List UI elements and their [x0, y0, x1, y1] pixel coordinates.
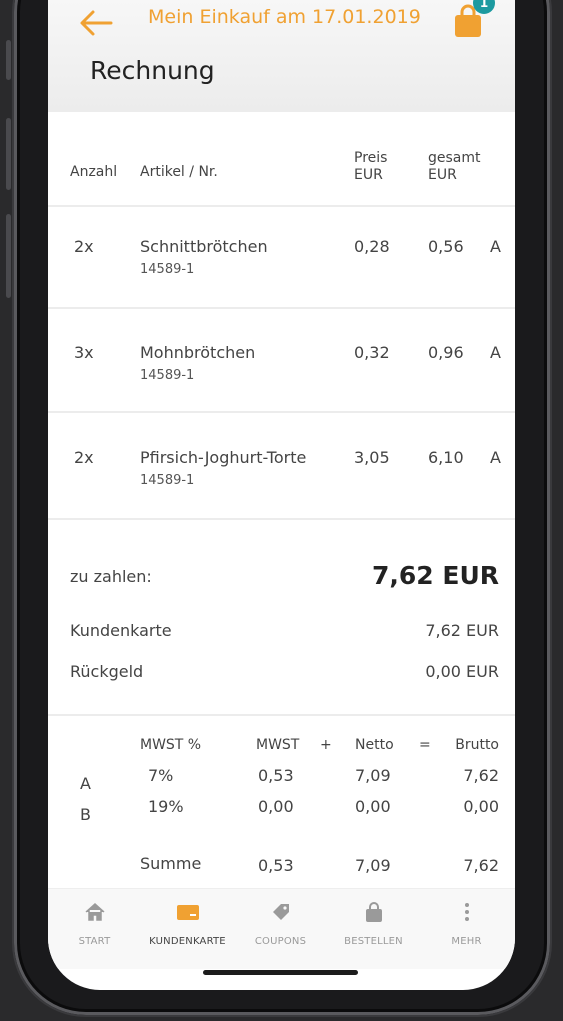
tax-b-amount: 0,00: [258, 797, 294, 816]
row2-qty: 3x: [74, 343, 94, 362]
row1-nr: 14589-1: [140, 262, 195, 277]
nav-label-bestellen: BESTELLEN: [344, 936, 403, 947]
col-header-total-line1: gesamt: [428, 150, 481, 166]
nav-item-mehr[interactable]: MEHR: [420, 889, 513, 969]
app-screen: Mein Einkauf am 17.01.2019 1 Rechnung An…: [48, 0, 515, 990]
row2-total: 0,96: [428, 343, 464, 362]
tax-sum-net: 7,09: [355, 856, 391, 875]
volume-down-button: [6, 214, 11, 298]
change-label: Rückgeld: [70, 662, 144, 681]
col-header-qty: Anzahl: [70, 164, 118, 180]
silent-switch: [6, 40, 11, 80]
card-label: Kundenkarte: [70, 621, 172, 640]
volume-up-button: [6, 118, 11, 190]
back-arrow-icon[interactable]: [78, 8, 114, 38]
header-title: Mein Einkauf am 17.01.2019: [148, 6, 421, 28]
row2-nr: 14589-1: [140, 368, 195, 383]
tax-a-rate: 7%: [148, 766, 174, 785]
tax-b-gross: 0,00: [463, 797, 499, 816]
change-value: 0,00 EUR: [425, 662, 499, 681]
nav-item-kundenkarte[interactable]: KUNDENKARTE: [141, 889, 234, 969]
row2-tax: A: [490, 343, 501, 362]
row3-total: 6,10: [428, 448, 464, 467]
divider: [48, 205, 515, 207]
card-icon: [176, 905, 199, 920]
divider: [48, 307, 515, 309]
row1-qty: 2x: [74, 237, 94, 256]
home-icon: [85, 902, 104, 921]
to-pay-label: zu zahlen:: [70, 567, 152, 586]
page-title: Rechnung: [90, 56, 215, 85]
tax-sum-gross: 7,62: [463, 856, 499, 875]
divider: [48, 518, 515, 520]
tax-header-rate: MWST %: [140, 737, 202, 753]
row1-name: Schnittbrötchen: [140, 237, 268, 256]
row1-price: 0,28: [354, 237, 390, 256]
row3-qty: 2x: [74, 448, 94, 467]
row3-name: Pfirsich-Joghurt-Torte: [140, 448, 307, 467]
tax-a-net: 7,09: [355, 766, 391, 785]
row2-price: 0,32: [354, 343, 390, 362]
nav-item-bestellen[interactable]: BESTELLEN: [327, 889, 420, 969]
bottom-nav: START KUNDENKARTE COUPONS BESTELLEN MEHR: [48, 888, 515, 969]
col-header-total: gesamt EUR: [428, 150, 481, 184]
tax-header-eq: =: [419, 737, 431, 753]
col-header-price-line1: Preis: [354, 150, 388, 166]
tax-a-gross: 7,62: [463, 766, 499, 785]
tax-a-code: A: [80, 774, 91, 793]
row3-tax: A: [490, 448, 501, 467]
col-header-article: Artikel / Nr.: [140, 164, 218, 180]
tax-header-plus: +: [320, 737, 332, 753]
tax-a-amount: 0,53: [258, 766, 294, 785]
card-value: 7,62 EUR: [425, 621, 499, 640]
bag-icon: [365, 902, 382, 922]
nav-label-coupons: COUPONS: [254, 936, 307, 947]
nav-label-mehr: MEHR: [451, 936, 482, 947]
tag-icon: [272, 904, 289, 920]
tax-header-amount: MWST: [256, 737, 300, 753]
tax-b-net: 0,00: [355, 797, 391, 816]
tax-b-rate: 19%: [148, 797, 184, 816]
more-icon: [464, 903, 469, 921]
row3-price: 3,05: [354, 448, 390, 467]
nav-item-coupons[interactable]: COUPONS: [234, 889, 327, 969]
row1-tax: A: [490, 237, 501, 256]
header: Mein Einkauf am 17.01.2019 1 Rechnung: [48, 0, 515, 112]
row3-nr: 14589-1: [140, 473, 195, 488]
nav-label-start: START: [78, 936, 111, 947]
to-pay-value: 7,62 EUR: [371, 561, 499, 590]
tax-header-net: Netto: [355, 737, 394, 753]
tax-b-code: B: [80, 805, 91, 824]
home-indicator[interactable]: [203, 970, 358, 975]
col-header-price-line2: EUR: [354, 167, 383, 183]
tax-sum-amount: 0,53: [258, 856, 294, 875]
divider: [48, 411, 515, 413]
row1-total: 0,56: [428, 237, 464, 256]
col-header-price: Preis EUR: [354, 150, 387, 184]
nav-item-start[interactable]: START: [48, 889, 141, 969]
tax-sum-label: Summe: [140, 854, 202, 873]
row2-name: Mohnbrötchen: [140, 343, 256, 362]
tax-header-gross: Brutto: [455, 737, 499, 753]
col-header-total-line2: EUR: [428, 167, 457, 183]
divider: [48, 714, 515, 716]
nav-label-kundenkarte: KUNDENKARTE: [149, 936, 226, 947]
